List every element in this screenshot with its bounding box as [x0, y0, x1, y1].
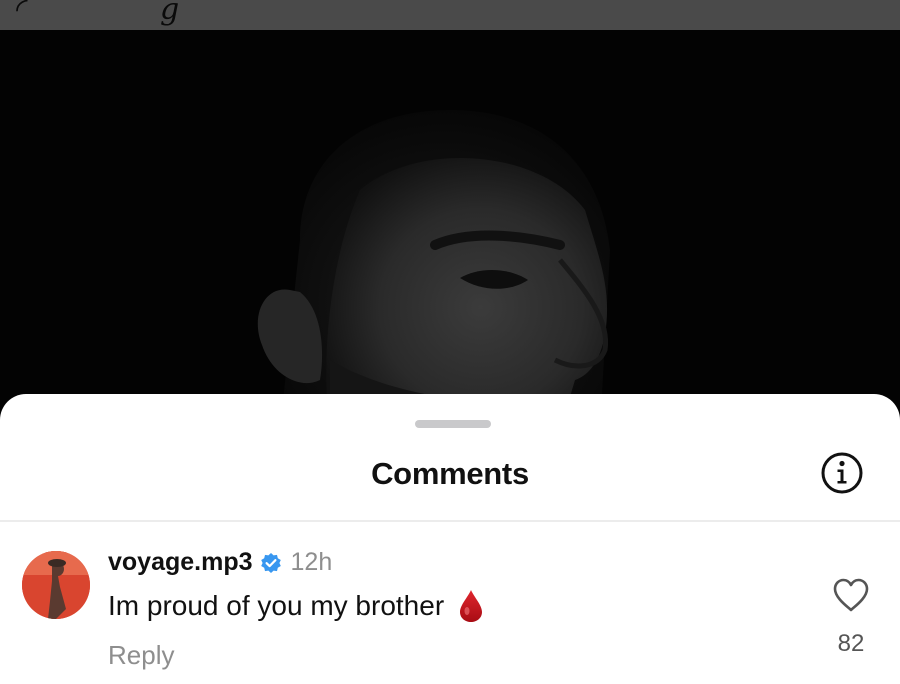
comment-body: Im proud of you my brother — [108, 589, 484, 623]
comment-meta: voyage.mp3 12h — [108, 548, 332, 577]
blood-drop-emoji-icon — [458, 589, 484, 623]
sheet-drag-handle[interactable] — [415, 420, 491, 428]
like-count: 82 — [837, 630, 865, 657]
portrait-image — [0, 30, 900, 430]
comments-sheet: Comments voyage.mp3 12h Im proud of you … — [0, 394, 900, 684]
post-screen: ◜ g Comments voyage.mp3 12h Im proud of … — [0, 0, 900, 684]
comment-item: voyage.mp3 12h Im proud of you my brothe… — [0, 522, 900, 684]
post-photo — [0, 30, 900, 430]
heart-outline-icon[interactable] — [832, 577, 870, 613]
reply-button[interactable]: Reply — [108, 640, 174, 671]
header-logo-fragment: g — [160, 0, 180, 27]
comment-username[interactable]: voyage.mp3 — [108, 548, 253, 577]
avatar[interactable] — [22, 551, 90, 619]
sheet-title: Comments — [371, 456, 529, 491]
comment-timestamp: 12h — [290, 548, 333, 576]
verified-badge-icon — [260, 552, 282, 574]
info-icon[interactable] — [820, 451, 864, 495]
app-header: ◜ g — [0, 0, 900, 30]
back-icon[interactable]: ◜ — [16, 0, 28, 27]
comment-text: Im proud of you my brother — [108, 590, 445, 621]
